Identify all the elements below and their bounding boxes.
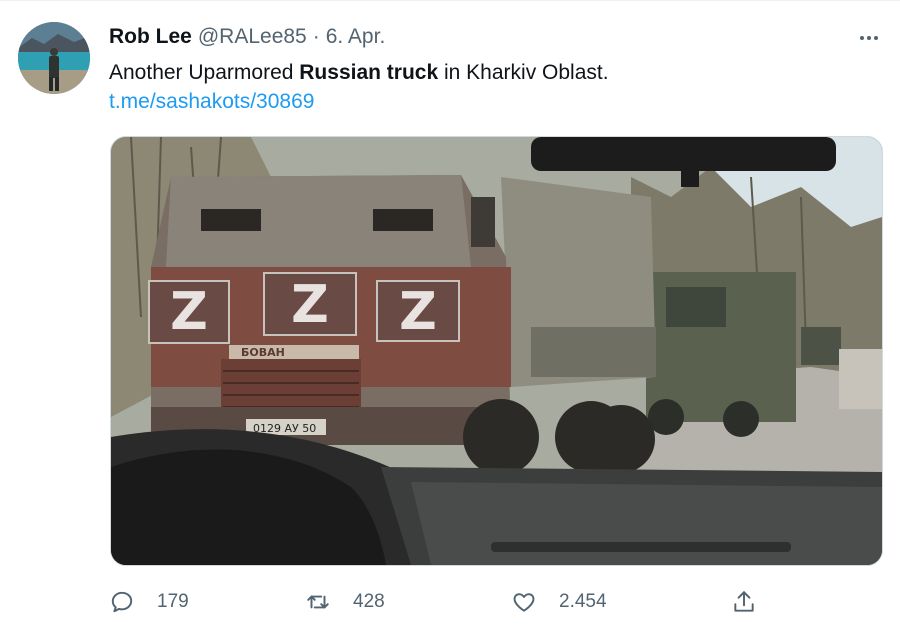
author-name[interactable]: Rob Lee bbox=[109, 25, 192, 49]
reply-icon bbox=[109, 589, 135, 615]
author-handle[interactable]: @RALee85 bbox=[198, 25, 307, 49]
more-icon[interactable] bbox=[852, 26, 886, 50]
retweet-count: 428 bbox=[353, 591, 385, 612]
like-button[interactable]: 2.454 bbox=[511, 586, 607, 618]
share-button[interactable] bbox=[731, 586, 757, 618]
share-icon bbox=[731, 589, 757, 615]
tweet-actions: 179 428 2.454 bbox=[109, 586, 769, 618]
tweet-text: Another Uparmored Russian truck in Khark… bbox=[109, 59, 609, 87]
tweet-text-after: in Kharkiv Oblast. bbox=[438, 61, 609, 84]
tweet-header: Rob Lee @RALee85 · 6. Apr. bbox=[109, 25, 385, 51]
truck-nameplate: БОВАН bbox=[241, 346, 285, 359]
tweet-link[interactable]: t.me/sashakots/30869 bbox=[109, 88, 314, 116]
retweet-icon bbox=[305, 589, 331, 615]
z-marking-right: Z bbox=[399, 282, 437, 342]
like-icon bbox=[511, 589, 537, 615]
retweet-button[interactable]: 428 bbox=[305, 586, 385, 618]
tweet-date[interactable]: 6. Apr. bbox=[326, 25, 386, 49]
z-marking-center: Z bbox=[291, 275, 329, 335]
tweet-text-before: Another Uparmored bbox=[109, 61, 300, 84]
avatar[interactable] bbox=[18, 22, 90, 94]
z-marking-left: Z bbox=[170, 282, 208, 342]
like-count: 2.454 bbox=[559, 591, 607, 612]
tweet[interactable]: Rob Lee @RALee85 · 6. Apr. Another Uparm… bbox=[0, 0, 900, 634]
tweet-text-bold: Russian truck bbox=[299, 61, 439, 84]
divider bbox=[0, 0, 900, 1]
tweet-media[interactable]: Z Z Z БОВАН 0129 АУ 50 bbox=[110, 136, 883, 566]
reply-count: 179 bbox=[157, 591, 189, 612]
header-separator: · bbox=[312, 25, 320, 48]
reply-button[interactable]: 179 bbox=[109, 586, 189, 618]
